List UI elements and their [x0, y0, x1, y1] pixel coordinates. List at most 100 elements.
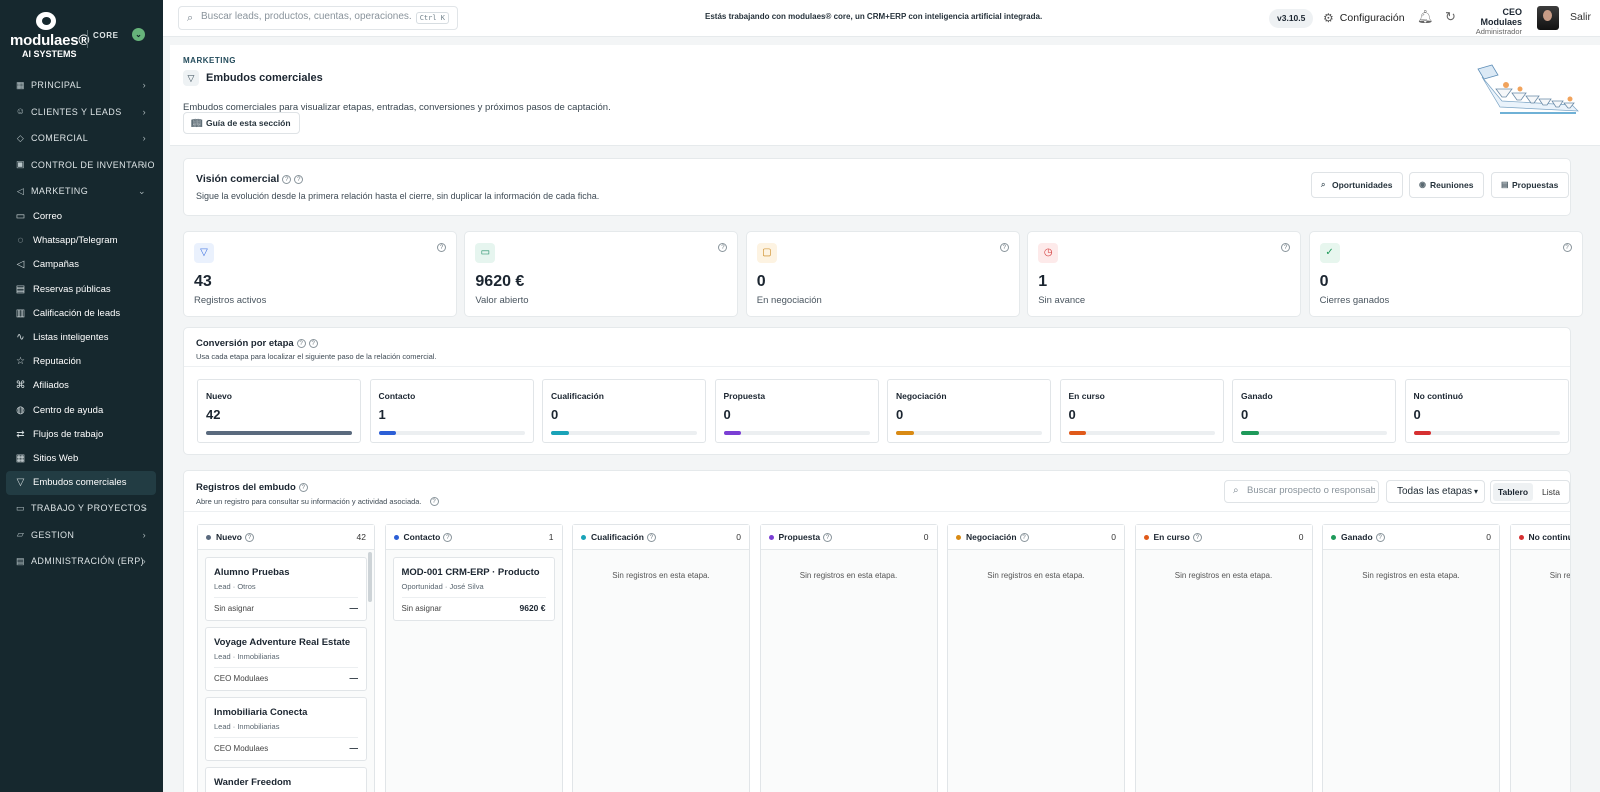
prospect-search-input[interactable] [1247, 485, 1375, 496]
stage-card-5[interactable]: En curso 0 [1059, 379, 1224, 443]
sidebar-item-label: Embudos comerciales [33, 477, 127, 489]
sidebar-group-marketing[interactable]: ◁ MARKETING ⌄ [6, 178, 156, 205]
kanban-column-6: Ganado? 0 Sin registros en esta etapa. [1322, 524, 1500, 792]
view-board-button[interactable]: Tablero [1493, 483, 1533, 501]
help-icon[interactable]: ? [823, 533, 833, 542]
sidebar-item-reputaci-n[interactable]: ☆ Reputación [6, 350, 156, 374]
help-icon[interactable]: ? [294, 175, 304, 184]
sidebar-group-trabajo-y-proyectos[interactable]: ▭ TRABAJO Y PROYECTOS › [6, 495, 156, 522]
page-header: MARKETING ▽ Embudos comerciales Embudos … [170, 45, 1600, 146]
help-icon[interactable]: ? [1375, 533, 1385, 542]
kpi-card: ◷ 1 Sin avance? [1027, 231, 1302, 317]
stage-card-3[interactable]: Propuesta 0 [714, 379, 879, 443]
sidebar-item-sitios-web[interactable]: ▦ Sitios Web [6, 446, 156, 470]
stage-card-4[interactable]: Negociación 0 [887, 379, 1051, 443]
column-scrollbar[interactable] [368, 552, 372, 602]
stage-card-1[interactable]: Contacto 1 [369, 379, 534, 443]
kanban-column-name: Nuevo? [216, 532, 254, 542]
chat-icon: ◌ [17, 235, 24, 247]
kanban-column-count: 0 [923, 532, 929, 542]
help-icon[interactable]: ? [244, 533, 254, 542]
view-list-button[interactable]: Lista [1535, 483, 1567, 501]
tag-icon: ◇ [16, 132, 25, 143]
sidebar-group-clientes-y-leads[interactable]: ☺ CLIENTES Y LEADS › [6, 99, 156, 126]
avatar[interactable] [1537, 6, 1559, 30]
help-icon[interactable]: ? [1019, 533, 1029, 542]
help-icon[interactable]: ? [718, 243, 728, 252]
stage-filter-select[interactable]: Todas las etapas ▾ [1386, 480, 1485, 503]
help-icon[interactable]: ? [437, 243, 446, 252]
logout-link[interactable]: Salir [1570, 11, 1591, 23]
brand-logo[interactable]: modulaes® AI SYSTEMS CORE ⌄ [0, 0, 163, 64]
empty-column-message: Sin registros en esta etapa. [799, 571, 898, 580]
help-icon[interactable]: ? [1192, 533, 1202, 542]
help-icon[interactable]: ? [308, 339, 318, 348]
stage-card-0[interactable]: Nuevo 42 [197, 379, 361, 443]
lead-card[interactable]: Inmobiliaria Conecta Lead · Inmobiliarias… [205, 697, 367, 761]
stage-progress-fill [1068, 431, 1087, 435]
help-icon[interactable]: ? [999, 243, 1009, 252]
sidebar-item-listas-inteligentes[interactable]: ∿ Listas inteligentes [6, 325, 156, 349]
stage-card-2[interactable]: Cualificación 0 [542, 379, 706, 443]
config-button[interactable]: ⚙ Configuración [1323, 11, 1405, 25]
vision-button-oportunidades[interactable]: ⌕ Oportunidades [1311, 172, 1404, 198]
help-icon[interactable]: ? [1562, 243, 1572, 252]
lead-card[interactable]: Wander Freedom [205, 767, 367, 792]
help-icon[interactable]: ? [296, 339, 306, 348]
global-search[interactable]: ⌕ Ctrl K [178, 6, 458, 30]
stage-progress-fill [1413, 431, 1432, 435]
lead-card[interactable]: Alumno Pruebas Lead · Otros Sin asignar — [205, 557, 367, 621]
kanban-column-name: Contacto? [404, 532, 453, 542]
sidebar-group-control-de-inventario[interactable]: ▣ CONTROL DE INVENTARIO › [6, 152, 156, 179]
sidebar-item-afiliados[interactable]: ⌘ Afiliados [6, 374, 156, 398]
sidebar-group-comercial[interactable]: ◇ COMERCIAL › [6, 125, 156, 152]
sidebar-item-campa-as[interactable]: ◁ Campañas [6, 253, 156, 277]
prospect-search[interactable]: ⌕ [1224, 480, 1379, 503]
stage-progress-track [1413, 431, 1560, 435]
bell-icon[interactable]: 🔔︎ [1417, 9, 1434, 25]
chevron-right-icon: › [142, 159, 146, 170]
refresh-icon[interactable]: ↻ [1445, 9, 1456, 25]
vision-button-propuestas[interactable]: ▤ Propuestas [1491, 172, 1570, 198]
sidebar-group-administraci-n-erp-[interactable]: ▤ ADMINISTRACIÓN (ERP) › [6, 548, 156, 575]
help-icon[interactable]: ? [1281, 243, 1291, 252]
user-info[interactable]: CEO Modulaes Administrador [1460, 7, 1522, 36]
sidebar-group-principal[interactable]: ▦ PRINCIPAL › [6, 72, 156, 99]
sidebar-item-correo[interactable]: ▭ Correo [6, 205, 156, 229]
sidebar-item-calificaci-n-de-leads[interactable]: ▥ Calificación de leads [6, 301, 156, 325]
sidebar-item-embudos-comerciales[interactable]: ▽ Embudos comerciales [6, 470, 156, 495]
vision-button-reuniones[interactable]: ◉ Reuniones [1409, 172, 1485, 198]
lead-card-owner: Sin asignar [401, 604, 442, 613]
kpi-card: ✓ 0 Cierres ganados? [1308, 231, 1583, 317]
stage-progress-track [1241, 431, 1387, 435]
message-icon: ▢ [756, 243, 777, 263]
stage-dot [956, 535, 961, 540]
stage-card-6[interactable]: Ganado 0 [1232, 379, 1396, 443]
help-icon[interactable]: ? [646, 533, 656, 542]
global-search-input[interactable] [201, 11, 411, 22]
stage-progress-fill [1241, 431, 1259, 435]
sidebar-item-centro-de-ayuda[interactable]: ◍ Centro de ayuda [6, 398, 156, 422]
guide-button[interactable]: 📖︎ Guía de esta sección [183, 112, 300, 134]
sidebar-item-whatsapp-telegram[interactable]: ◌ Whatsapp/Telegram [6, 229, 156, 253]
help-icon[interactable]: ? [282, 175, 292, 184]
help-icon[interactable]: ? [298, 483, 308, 492]
kanban-column-count: 0 [1486, 532, 1491, 542]
megaphone-icon: ◁ [16, 259, 25, 271]
user-role: Administrador [1475, 27, 1522, 36]
kanban-column-header: Nuevo? 42 [198, 525, 374, 550]
lead-card[interactable]: MOD-001 CRM-ERP · Producto Oportunidad · … [392, 557, 555, 621]
stage-card-7[interactable]: No continuó 0 [1404, 379, 1569, 443]
stage-count: 0 [896, 407, 904, 422]
sidebar-group-gestion[interactable]: ▱ GESTION › [6, 521, 156, 548]
help-icon[interactable]: ? [443, 533, 453, 542]
sidebar-item-reservas-p-blicas[interactable]: ▤ Reservas públicas [6, 277, 156, 301]
sidebar-item-label: Whatsapp/Telegram [33, 235, 118, 247]
sidebar-item-flujos-de-trabajo[interactable]: ⇄ Flujos de trabajo [6, 422, 156, 446]
lead-card[interactable]: Voyage Adventure Real Estate Lead · Inmob… [205, 627, 367, 691]
help-icon[interactable]: ? [429, 497, 439, 506]
kanban-column-1: Contacto? 1 MOD-001 CRM-ERP · Producto Opor… [384, 524, 563, 792]
chevron-down-icon[interactable]: ⌄ [132, 28, 145, 41]
config-label: Configuración [1339, 12, 1405, 24]
sidebar: modulaes® AI SYSTEMS CORE ⌄ ▦ PRINCIPAL › ☺… [0, 0, 163, 792]
